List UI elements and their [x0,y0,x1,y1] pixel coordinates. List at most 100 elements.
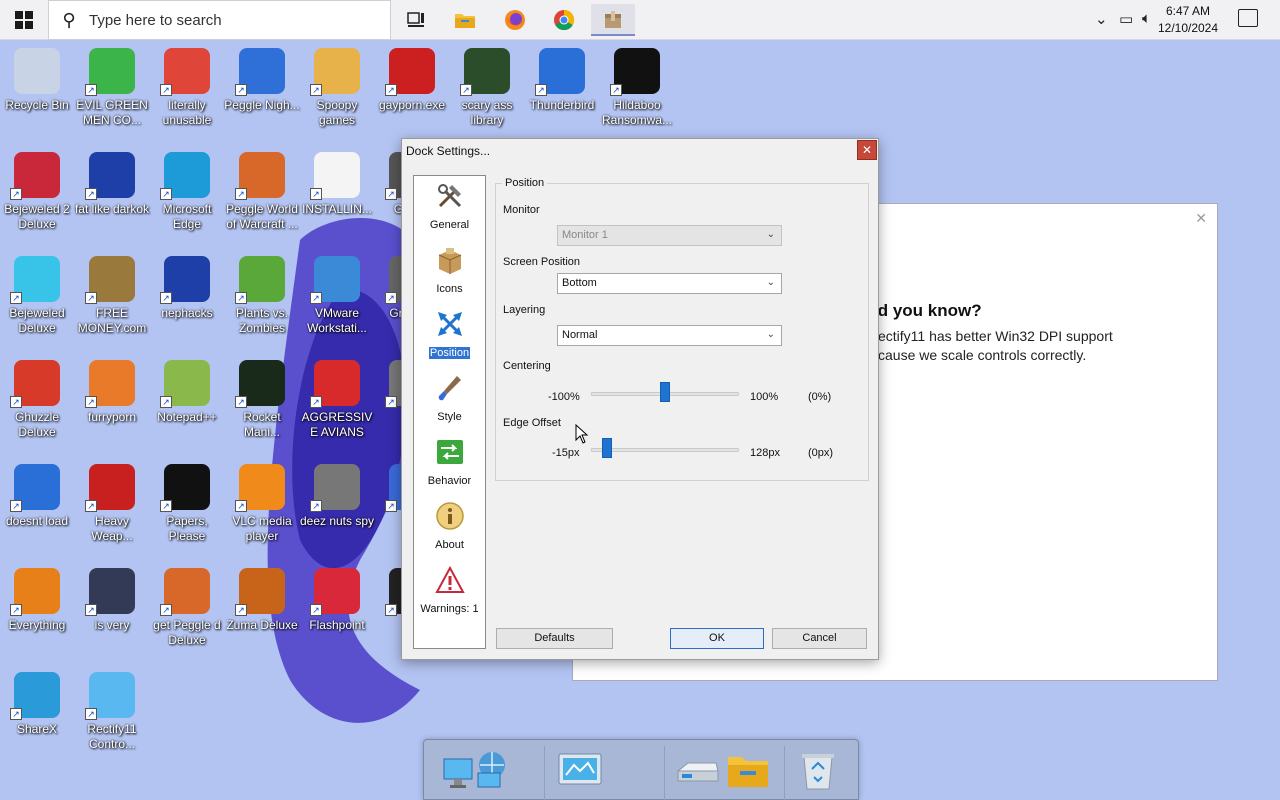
desktop-shortcut-label: ShareX [16,722,58,736]
desktop-shortcut[interactable]: ↗ is very [74,568,150,633]
dock-item-recycle-bin[interactable] [796,748,840,792]
desktop-shortcut[interactable]: ↗ FREE MONEY.com [74,256,150,336]
network-icon[interactable]: ▭ [1119,10,1133,28]
desktop-shortcut[interactable]: ↗ EVIL GREEN MEN CO... [74,48,150,128]
desktop-shortcut-label: nephacks [161,306,213,320]
desktop-shortcut[interactable]: ↗ Bejeweled 2 Deluxe [0,152,75,232]
chrome-button[interactable] [542,4,586,36]
mpi-shield-icon: ↗ [85,568,135,616]
desktop-shortcut[interactable]: ↗ Notepad++ [149,360,225,425]
desktop-shortcut[interactable]: ↗ AGGRESSIVE AVIANS [299,360,375,440]
dock-settings-dialog: Dock Settings... ✕ General Icons Positio… [401,138,879,660]
desktop-shortcut-label: FREE MONEY.com [77,306,147,335]
dock-item-network[interactable] [440,748,510,792]
desktop-shortcut[interactable]: ↗ Papers, Please [149,464,225,544]
defaults-button[interactable]: Defaults [496,628,613,649]
desktop-shortcut[interactable]: ↗ Peggle Nigh... [224,48,300,113]
desktop-shortcut[interactable]: ↗ Hildaboo Ransomwa... [599,48,675,128]
shortcut-arrow-icon: ↗ [235,188,247,200]
shortcut-arrow-icon: ↗ [610,84,622,96]
nav-position[interactable]: Position [414,308,485,361]
rocket-icon: ↗ [235,360,285,408]
monitor-select[interactable]: Monitor 1 ⌄ [557,225,782,246]
desktop-shortcut[interactable]: ↗ Thunderbird [524,48,600,113]
rectify-icon: ↗ [85,672,135,720]
network-computers-icon [443,752,505,788]
desktop-shortcut[interactable]: ↗ Microsoft Edge [149,152,225,232]
dock-item-control-panel[interactable] [558,748,602,792]
desktop-shortcut[interactable]: ↗ scary ass library [449,48,525,128]
recycle-bin-icon [802,754,834,790]
desktop-shortcut[interactable]: ↗ Rocket Mani... [224,360,300,440]
nav-warnings[interactable]: Warnings: 1 [414,564,485,617]
desktop-shortcut[interactable]: ↗ Flashpoint [299,568,375,633]
nav-icons[interactable]: Icons [414,244,485,297]
chevron-down-icon: ⌄ [766,229,775,240]
centering-slider-thumb[interactable] [660,382,670,402]
firefox-button[interactable] [493,4,537,36]
taskbar-search-box[interactable]: ⚲ Type here to search [48,0,391,40]
shortcut-arrow-icon: ↗ [85,292,97,304]
desktop-shortcut[interactable]: Recycle Bin [0,48,75,113]
desktop-shortcut-label: literally unusable [162,98,212,127]
desktop-shortcut[interactable]: ↗ INSTALLIN... [299,152,375,217]
shortcut-arrow-icon: ↗ [10,292,22,304]
desktop-shortcut[interactable]: ↗ Ghuzzle Deluxe [0,360,75,440]
nav-label: About [435,539,464,551]
thunderbird-icon: ↗ [10,464,60,512]
screen-position-select[interactable]: Bottom ⌄ [557,273,782,294]
cancel-button[interactable]: Cancel [772,628,867,649]
desktop-shortcut[interactable]: ↗ nephacks [149,256,225,321]
papers-please-icon: ↗ [160,464,210,512]
desktop-shortcut[interactable]: ↗ Spoopy games [299,48,375,128]
desktop-shortcut[interactable]: ↗ Rectify11 Contro... [74,672,150,752]
notification-center-icon[interactable] [1238,9,1258,27]
desktop-shortcut[interactable]: ↗ fat like darkok [74,152,150,217]
desktop-shortcut[interactable]: ↗ Zuma Deluxe [224,568,300,633]
shortcut-arrow-icon: ↗ [235,292,247,304]
shortcut-arrow-icon: ↗ [10,396,22,408]
shortcut-arrow-icon: ↗ [235,604,247,616]
desktop-shortcut[interactable]: ↗ Plants vs. Zombies [224,256,300,336]
desktop-shortcut[interactable]: ↗ doesnt load [0,464,75,529]
bejeweled2-icon: ↗ [10,152,60,200]
clock[interactable]: 6:47 AM 12/10/2024 [1152,3,1224,37]
layering-select[interactable]: Normal ⌄ [557,325,782,346]
nav-style[interactable]: Style [414,372,485,425]
close-icon[interactable]: ✕ [1195,210,1207,227]
ok-button[interactable]: OK [670,628,764,649]
start-button[interactable] [0,0,48,40]
desktop-shortcut[interactable]: ↗ gayporn.exe [374,48,450,113]
desktop-shortcut[interactable]: ↗ Heavy Weap... [74,464,150,544]
desktop-shortcut[interactable]: ↗ Peggle World of Warcraft ... [224,152,300,232]
desktop-shortcut-label: INSTALLIN... [302,202,372,216]
desktop-shortcut[interactable]: ↗ Everything [0,568,75,633]
desktop-shortcut[interactable]: ↗ get Peggle d Deluxe [149,568,225,648]
chevron-up-icon[interactable]: ⌄ [1095,10,1108,28]
shortcut-arrow-icon: ↗ [460,84,472,96]
package-app-button[interactable] [591,4,635,36]
search-orange-icon: ↗ [10,568,60,616]
nav-label: Style [437,411,462,423]
desktop-shortcut[interactable]: ↗ VMware Workstati... [299,256,375,336]
file-explorer-button[interactable] [443,4,487,36]
nav-about[interactable]: About [414,500,485,553]
desktop-shortcut[interactable]: ↗ deez nuts spy [299,464,375,529]
task-view-button[interactable] [394,4,438,36]
desktop-shortcut[interactable]: ↗ literally unusable [149,48,225,128]
task-view-icon [407,12,424,27]
desktop-shortcut[interactable]: ↗ VLC media player [224,464,300,544]
dock-item-folder[interactable] [726,748,770,792]
edge-offset-slider-thumb[interactable] [601,438,612,458]
recycle-bin-icon [14,48,60,94]
desktop-shortcut[interactable]: ↗ Bejeweled Deluxe [0,256,75,336]
shortcut-arrow-icon: ↗ [310,84,322,96]
nav-behavior[interactable]: Behavior [414,436,485,489]
dock-item-drive[interactable] [676,748,720,792]
edge-offset-slider-track[interactable] [591,448,739,452]
dialog-close-button[interactable]: ✕ [857,140,877,160]
desktop-shortcut[interactable]: ↗ ShareX [0,672,75,737]
nav-general[interactable]: General [414,180,485,233]
volume-icon[interactable]: 🔈︎ [1142,10,1151,27]
desktop-shortcut[interactable]: ↗ furryporn [74,360,150,425]
